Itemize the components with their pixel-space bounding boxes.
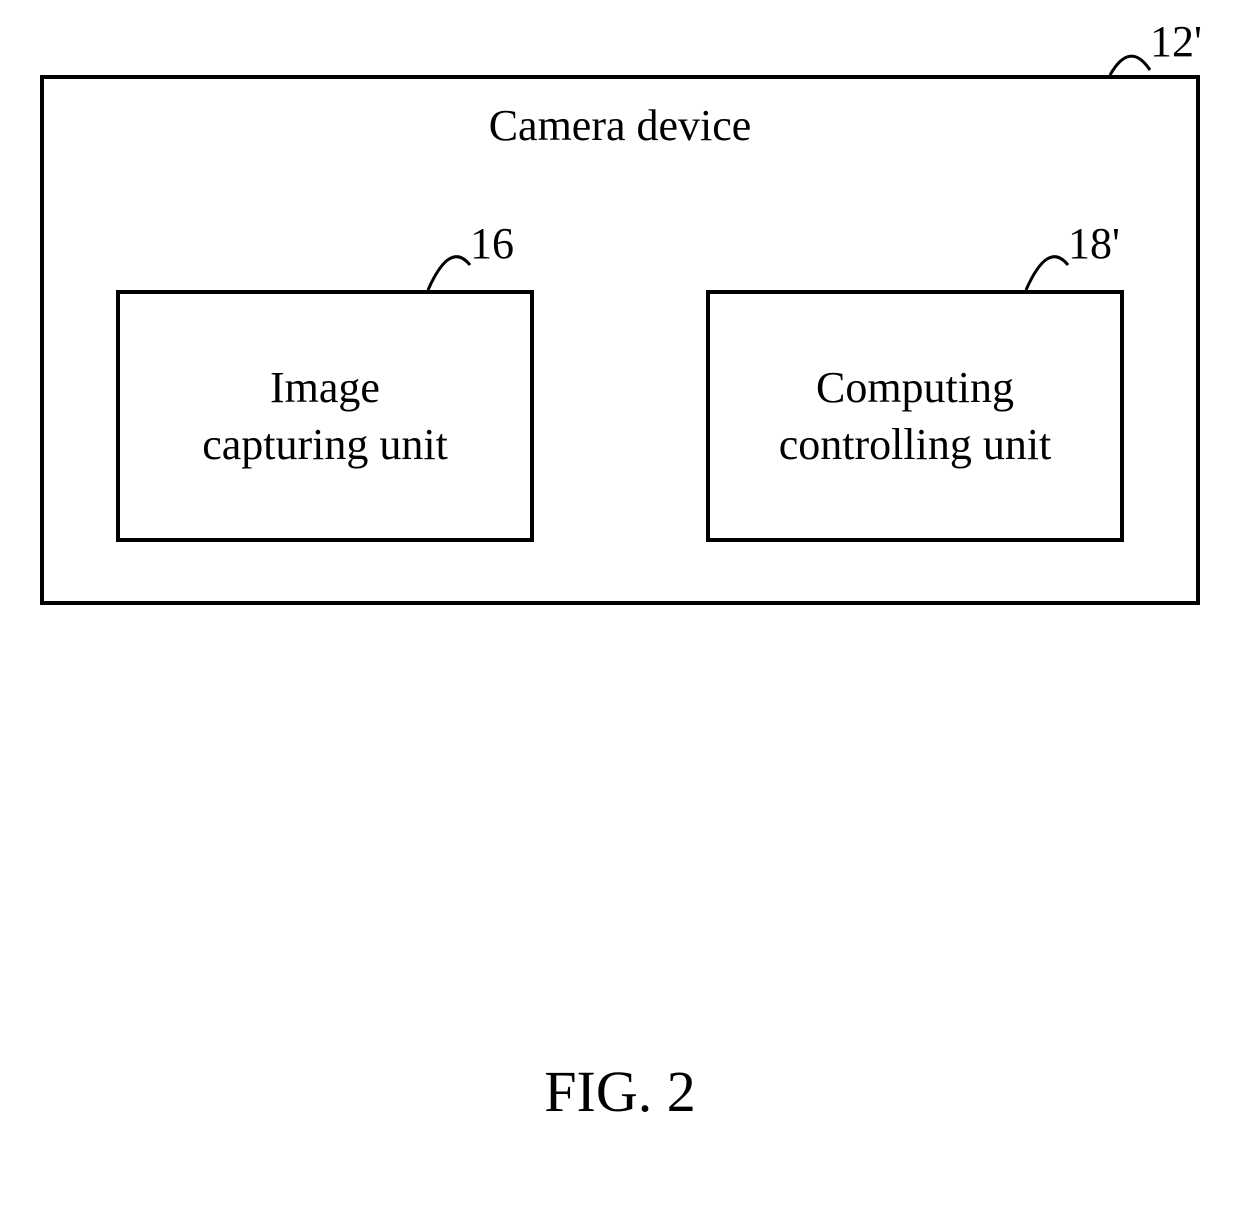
- box-label: Computing controlling unit: [779, 359, 1052, 473]
- camera-device-title: Camera device: [489, 100, 752, 151]
- image-capturing-line1: Image: [270, 363, 380, 412]
- image-capturing-unit-box: Image capturing unit: [116, 290, 534, 542]
- ref-label-right: 18': [1068, 218, 1120, 269]
- ref-label-outer: 12': [1150, 16, 1202, 67]
- computing-controlling-line1: Computing: [816, 363, 1014, 412]
- computing-controlling-line2: controlling unit: [779, 420, 1052, 469]
- figure-caption: FIG. 2: [544, 1058, 695, 1125]
- image-capturing-line2: capturing unit: [202, 420, 448, 469]
- ref-label-left: 16: [470, 218, 514, 269]
- computing-controlling-unit-box: Computing controlling unit: [706, 290, 1124, 542]
- box-label: Image capturing unit: [202, 359, 448, 473]
